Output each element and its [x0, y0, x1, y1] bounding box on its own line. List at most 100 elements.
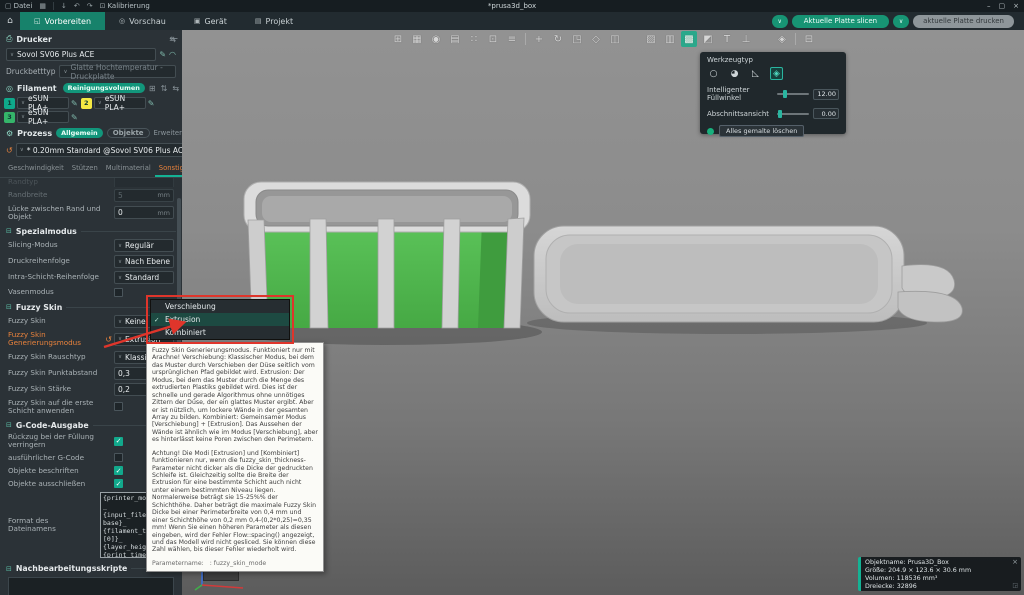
exclude-objects-checkbox[interactable]: ✓	[114, 479, 123, 488]
filament-select-2[interactable]: ∨ eSUN PLA+	[94, 97, 146, 109]
printer-select[interactable]: ∨ Sovol SV06 Plus ACE	[6, 48, 156, 61]
collapse-section-icon[interactable]: ⊟	[6, 421, 12, 429]
wifi-icon[interactable]: ◠	[169, 50, 176, 59]
calibration-menu[interactable]: ⊡ Kalibrierung	[100, 2, 150, 10]
tab-preview[interactable]: ◎ Vorschau	[105, 12, 180, 30]
preset-select[interactable]: ∨ * 0.20mm Standard @Sovol SV06 Plus ACE	[16, 143, 182, 157]
titlebar-divider	[53, 2, 54, 10]
dropdown-option-combined[interactable]: Kombiniert	[151, 326, 289, 339]
filament-color-2[interactable]: 2	[81, 98, 92, 109]
add-model-icon[interactable]: ⊞	[390, 31, 406, 47]
assembly-icon[interactable]: ◈	[774, 31, 790, 47]
smart-fill-angle-value[interactable]: 12.00	[813, 89, 839, 100]
dropdown-option-extrusion[interactable]: ✓ Extrusion	[151, 313, 289, 326]
fuzzy-first-layer-checkbox[interactable]	[114, 402, 123, 411]
filament-select-3[interactable]: ∨ eSUN PLA+	[17, 111, 69, 123]
tab-others[interactable]: Sonstiges	[155, 162, 182, 177]
edit-filament-icon[interactable]: ✎	[148, 99, 155, 108]
dropdown-option-displacement[interactable]: Verschiebung	[151, 300, 289, 313]
tab-device[interactable]: ▣ Gerät	[180, 12, 241, 30]
arrange-all-icon[interactable]: ∷	[466, 31, 482, 47]
text-tool-icon[interactable]: T	[719, 31, 735, 47]
erase-all-painting-button[interactable]: Alles gemalte löschen	[719, 125, 804, 137]
edit-filament-icon[interactable]: ✎	[71, 99, 78, 108]
close-icon[interactable]: ×	[1012, 558, 1018, 567]
bed-type-select[interactable]: ∨ Glatte Hochtemperatur -Druckplatte	[59, 65, 176, 78]
arrange-plate-icon[interactable]: ⊡	[485, 31, 501, 47]
fill-tool-icon[interactable]: ◺	[749, 67, 762, 80]
support-paint-icon[interactable]: ▨	[643, 31, 659, 47]
filament-name-2: eSUN PLA+	[105, 94, 142, 112]
tab-support[interactable]: Stützen	[68, 162, 102, 177]
circle-brush-icon[interactable]: ○	[707, 67, 720, 80]
revert-preset-icon[interactable]: ↺	[6, 146, 13, 155]
minimize-button[interactable]: –	[987, 2, 991, 10]
seam-paint-icon[interactable]: ▥	[662, 31, 678, 47]
color-paint-icon[interactable]: ◩	[700, 31, 716, 47]
cut-icon[interactable]: ◇	[588, 31, 604, 47]
edit-printer-icon[interactable]: ✎	[159, 50, 166, 59]
process-global-tab[interactable]: Allgemein	[56, 128, 103, 138]
variable-layer-icon[interactable]: ≡	[504, 31, 520, 47]
brim-type-select[interactable]	[114, 178, 174, 187]
sync-filament-icon[interactable]: ⇅	[161, 84, 168, 93]
slider-thumb[interactable]	[783, 90, 787, 98]
clipping-view-slider[interactable]	[777, 113, 809, 115]
save-icon[interactable]: ↓	[61, 2, 67, 10]
smart-fill-tool-icon[interactable]: ◈	[770, 67, 783, 80]
clipping-view-value[interactable]: 0.00	[813, 108, 839, 119]
tab-prepare[interactable]: ◱ Vorbereiten	[20, 12, 105, 30]
process-objects-tab[interactable]: Objekte	[107, 128, 150, 138]
add-filament-icon[interactable]: ⊞	[149, 84, 156, 93]
collapse-sidebar-icon[interactable]: ⇤	[171, 34, 178, 43]
edit-filament-icon[interactable]: ✎	[71, 113, 78, 122]
label-objects-checkbox[interactable]: ✓	[114, 466, 123, 475]
brim-gap-input[interactable]: 0 mm	[114, 206, 174, 219]
resize-corner-icon[interactable]: ◲	[1012, 582, 1018, 590]
measure-icon[interactable]: ⊥	[738, 31, 754, 47]
split-icon[interactable]: ◫	[607, 31, 623, 47]
scale-icon[interactable]: ◳	[569, 31, 585, 47]
slicing-mode-select[interactable]: ∨ Regulär	[114, 239, 174, 252]
lay-flat-icon[interactable]: ▤	[447, 31, 463, 47]
collapse-section-icon[interactable]: ⊟	[6, 227, 12, 235]
redo-icon[interactable]: ↷	[87, 2, 93, 10]
maximize-button[interactable]: ▢	[999, 2, 1006, 10]
tab-multimaterial[interactable]: Multimaterial	[102, 162, 155, 177]
auto-orient-icon[interactable]: ◉	[428, 31, 444, 47]
verbose-gcode-checkbox[interactable]	[114, 453, 123, 462]
filament-color-3[interactable]: 3	[4, 112, 15, 123]
slice-dropdown-button[interactable]: ∨	[772, 15, 788, 28]
flush-volumes-button[interactable]: Reinigungsvolumen	[63, 83, 145, 93]
filament-color-1[interactable]: 1	[4, 98, 15, 109]
collapse-section-icon[interactable]: ⊟	[6, 565, 12, 573]
print-dropdown-button[interactable]: ∨	[893, 15, 909, 28]
print-plate-button[interactable]: aktuelle Platte drucken	[913, 15, 1014, 28]
home-icon[interactable]: ⌂	[0, 16, 20, 26]
tab-speed[interactable]: Geschwindigkeit	[4, 162, 68, 177]
tab-project[interactable]: ▤ Projekt	[241, 12, 307, 30]
fuzzy-thickness-value: 0,2	[118, 385, 130, 394]
fuzzy-skin-paint-icon[interactable]: ▩	[681, 31, 697, 47]
rotate-icon[interactable]: ↻	[550, 31, 566, 47]
grid-icon[interactable]: ▦	[39, 2, 46, 10]
revert-value-icon[interactable]: ↺	[105, 335, 112, 344]
file-menu[interactable]: ▢ Datei	[5, 2, 32, 10]
close-button[interactable]: ×	[1013, 2, 1019, 10]
vase-mode-checkbox[interactable]	[114, 288, 123, 297]
filament-settings-icon[interactable]: ⇆	[172, 84, 179, 93]
postprocess-script-input[interactable]	[8, 577, 174, 595]
reduce-retraction-checkbox[interactable]: ✓	[114, 437, 123, 446]
intra-layer-select[interactable]: ∨ Standard	[114, 271, 174, 284]
split-view-icon[interactable]: ⊟	[801, 31, 817, 47]
add-plate-icon[interactable]: ▦	[409, 31, 425, 47]
move-icon[interactable]: +	[531, 31, 547, 47]
slider-thumb[interactable]	[778, 110, 782, 118]
sphere-brush-icon[interactable]: ◕	[728, 67, 741, 80]
print-order-select[interactable]: ∨ Nach Ebene	[114, 255, 174, 268]
smart-fill-angle-slider[interactable]	[777, 93, 809, 95]
collapse-section-icon[interactable]: ⊟	[6, 303, 12, 311]
slice-plate-button[interactable]: Aktuelle Platte slicen	[792, 15, 889, 28]
undo-icon[interactable]: ↶	[74, 2, 80, 10]
brim-width-input[interactable]: 5 mm	[114, 189, 174, 202]
